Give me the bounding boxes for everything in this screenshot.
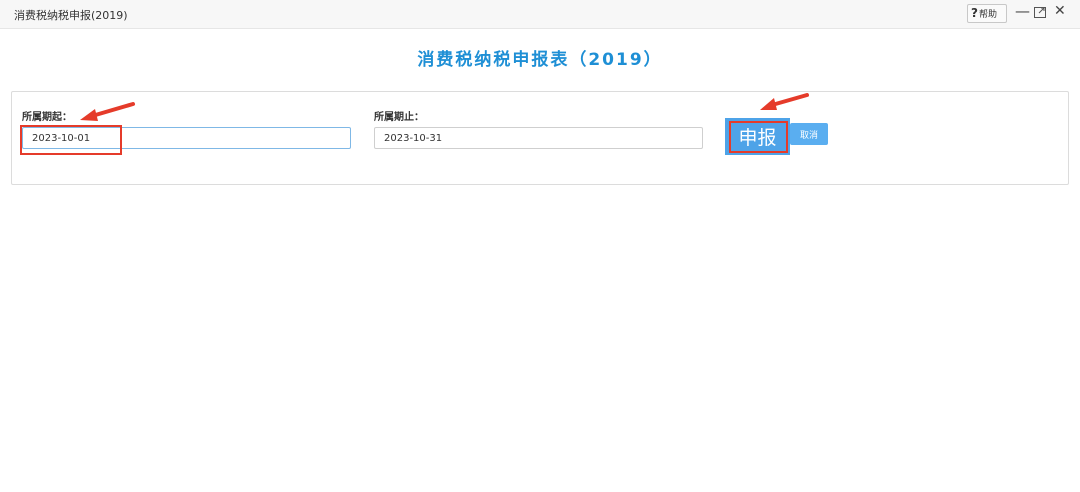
start-period-label: 所属期起： xyxy=(22,112,72,123)
end-period-label: 所属期止： xyxy=(374,112,424,123)
maximize-icon[interactable] xyxy=(1034,7,1046,18)
help-icon: ? xyxy=(971,6,978,20)
minimize-icon[interactable]: — xyxy=(1015,2,1030,20)
cancel-button[interactable]: 取消 xyxy=(790,123,828,145)
page-title: 消费税纳税申报表（2019） xyxy=(417,50,663,70)
end-period-input[interactable] xyxy=(374,127,703,149)
close-icon[interactable]: ✕ xyxy=(1054,3,1066,19)
window-title: 消费税纳税申报(2019) xyxy=(14,9,128,22)
help-label: 帮助 xyxy=(978,10,997,20)
window-titlebar: 消费税纳税申报(2019) ?帮助 — ✕ xyxy=(0,0,1080,29)
start-period-input[interactable] xyxy=(22,127,351,149)
submit-button[interactable]: 申报 xyxy=(725,118,790,155)
help-button[interactable]: ?帮助 xyxy=(967,4,1007,23)
